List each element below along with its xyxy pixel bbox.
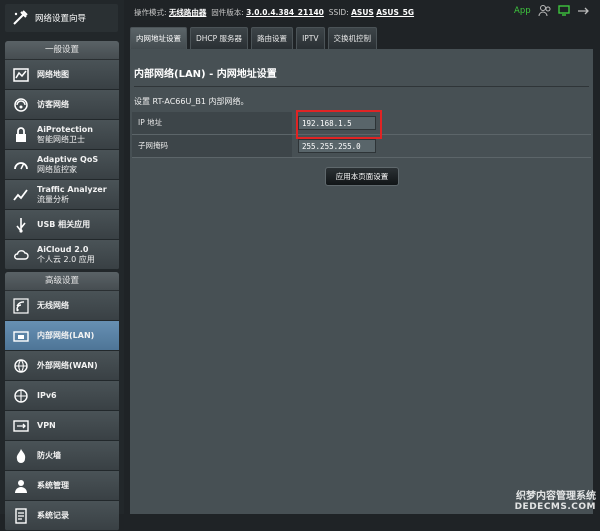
lock-icon: [12, 126, 30, 144]
tab-lan-ip[interactable]: 内网地址设置: [130, 27, 187, 49]
sidebar-item-label: AiCloud 2.0: [37, 244, 89, 254]
sidebar-item-firewall[interactable]: 防火墙: [5, 441, 119, 471]
status-info: 操作模式: 无线路由器 固件版本: 3.0.0.4.384_21140 SSID…: [134, 7, 414, 18]
sidebar-item-lan[interactable]: 内部网络(LAN): [5, 321, 119, 351]
subnet-mask-input[interactable]: [298, 139, 376, 153]
sidebar-item-label: 访客网络: [37, 99, 69, 109]
guest-network-icon: [12, 96, 30, 114]
firewall-icon: [12, 447, 30, 465]
sidebar-item-label: IPv6: [37, 390, 57, 400]
sidebar-item-label: AiProtection: [37, 124, 93, 134]
sidebar-item-usb-apps[interactable]: USB 相关应用: [5, 210, 119, 240]
sidebar-item-traffic-analyzer[interactable]: Traffic Analyzer 流量分析: [5, 180, 119, 210]
network-setup-wizard-button[interactable]: 网络设置向导: [5, 4, 118, 32]
lan-icon: [12, 327, 30, 345]
sidebar-item-label: 内部网络(LAN): [37, 330, 95, 340]
watermark-line2: DEDECMS.COM: [514, 502, 596, 512]
log-icon: [12, 507, 30, 525]
sidebar-item-label: VPN: [37, 420, 56, 430]
ssid-2g-link[interactable]: ASUS: [351, 8, 374, 17]
sidebar-item-label: Adaptive QoS: [37, 154, 99, 164]
sidebar-item-system-log[interactable]: 系统记录: [5, 501, 119, 531]
tab-dhcp-server[interactable]: DHCP 服务器: [190, 27, 249, 49]
sidebar-item-adaptive-qos[interactable]: Adaptive QoS 网络监控家: [5, 150, 119, 180]
tab-switch-control[interactable]: 交换机控制: [327, 27, 378, 49]
firmware-label: 固件版本:: [211, 8, 244, 17]
settings-tabs: 内网地址设置 DHCP 服务器 路由设置 IPTV 交换机控制: [130, 27, 380, 49]
sidebar-item-sublabel: 流量分析: [37, 194, 69, 204]
sidebar-item-sublabel: 个人云 2.0 应用: [37, 254, 95, 264]
advanced-settings-group: 高级设置 无线网络 内部网络(LAN) 外部网络(WAN) IPv6 VPN 防…: [5, 272, 119, 531]
sidebar-item-aicloud[interactable]: AiCloud 2.0 个人云 2.0 应用: [5, 240, 119, 270]
wifi-icon: [12, 297, 30, 315]
vpn-icon: [12, 417, 30, 435]
person-gear-icon: [12, 477, 30, 495]
sidebar-item-sublabel: 网络监控家: [37, 164, 77, 174]
sidebar-item-aiprotection[interactable]: AiProtection 智能网络卫士: [5, 120, 119, 150]
general-settings-group: 一般设置 网络地图 访客网络 AiProtection 智能网络卫士 Adapti…: [5, 41, 119, 270]
sidebar-item-wan[interactable]: 外部网络(WAN): [5, 351, 119, 381]
sidebar-item-label: 系统记录: [37, 510, 69, 520]
traffic-chart-icon: [12, 186, 30, 204]
app-link[interactable]: App: [514, 6, 531, 16]
sidebar-item-label: 系统管理: [37, 480, 69, 490]
users-icon[interactable]: [538, 5, 552, 17]
gauge-icon: [12, 156, 30, 174]
sidebar-item-network-map[interactable]: 网络地图: [5, 60, 119, 90]
tab-iptv[interactable]: IPTV: [296, 27, 325, 49]
sidebar-item-guest-network[interactable]: 访客网络: [5, 90, 119, 120]
page-description: 设置 RT-AC66U_B1 内部网络。: [134, 97, 249, 106]
general-settings-header: 一般设置: [5, 41, 119, 60]
sidebar-item-label: 无线网络: [37, 300, 69, 310]
firmware-version-link[interactable]: 3.0.0.4.384_21140: [246, 8, 324, 17]
sidebar-item-label: 网络地图: [37, 69, 69, 79]
wizard-icon: [9, 7, 31, 29]
lan-settings-table: IP 地址 子网掩码: [132, 112, 591, 158]
ip-address-label: IP 地址: [132, 112, 292, 134]
sidebar-item-label: 防火墙: [37, 450, 61, 460]
sidebar-item-administration[interactable]: 系统管理: [5, 471, 119, 501]
sidebar-item-label: 外部网络(WAN): [37, 360, 98, 370]
ssid-label: SSID:: [328, 8, 349, 17]
sidebar-item-ipv6[interactable]: IPv6: [5, 381, 119, 411]
tab-route[interactable]: 路由设置: [251, 27, 294, 49]
sidebar-item-vpn[interactable]: VPN: [5, 411, 119, 441]
usb-status-icon[interactable]: [576, 5, 590, 17]
cloud-icon: [12, 246, 30, 264]
ip-address-input[interactable]: [298, 116, 376, 130]
main-content: 内部网络(LAN) - 内网地址设置 设置 RT-AC66U_B1 内部网络。 …: [130, 49, 593, 514]
sidebar-item-sublabel: 智能网络卫士: [37, 134, 85, 144]
network-map-icon: [12, 66, 30, 84]
watermark-line1: 织梦内容管理系统: [516, 491, 596, 502]
sidebar-item-label: USB 相关应用: [37, 219, 91, 229]
sidebar-item-label: Traffic Analyzer: [37, 184, 107, 194]
advanced-settings-header: 高级设置: [5, 272, 119, 291]
sidebar: 网络设置向导 一般设置 网络地图 访客网络 AiProtection 智能网络卫士…: [0, 0, 124, 531]
sidebar-item-wireless[interactable]: 无线网络: [5, 291, 119, 321]
ipv6-globe-icon: [12, 387, 30, 405]
ssid-5g-link[interactable]: ASUS_5G: [376, 8, 414, 17]
operation-mode-label: 操作模式:: [134, 8, 167, 17]
usb-icon: [12, 216, 30, 234]
globe-icon: [12, 357, 30, 375]
ip-address-row: IP 地址: [132, 112, 591, 135]
network-status-icon[interactable]: [557, 5, 571, 17]
watermark: 织梦内容管理系统 DEDECMS.COM: [515, 487, 596, 512]
apply-settings-button[interactable]: 应用本页面设置: [325, 167, 399, 186]
subnet-mask-row: 子网掩码: [132, 135, 591, 158]
subnet-mask-label: 子网掩码: [132, 135, 292, 157]
page-title: 内部网络(LAN) - 内网地址设置: [134, 69, 277, 80]
title-divider: [134, 86, 589, 87]
top-status-bar: 操作模式: 无线路由器 固件版本: 3.0.0.4.384_21140 SSID…: [130, 2, 600, 22]
wizard-label: 网络设置向导: [35, 14, 87, 24]
operation-mode-link[interactable]: 无线路由器: [169, 8, 207, 17]
